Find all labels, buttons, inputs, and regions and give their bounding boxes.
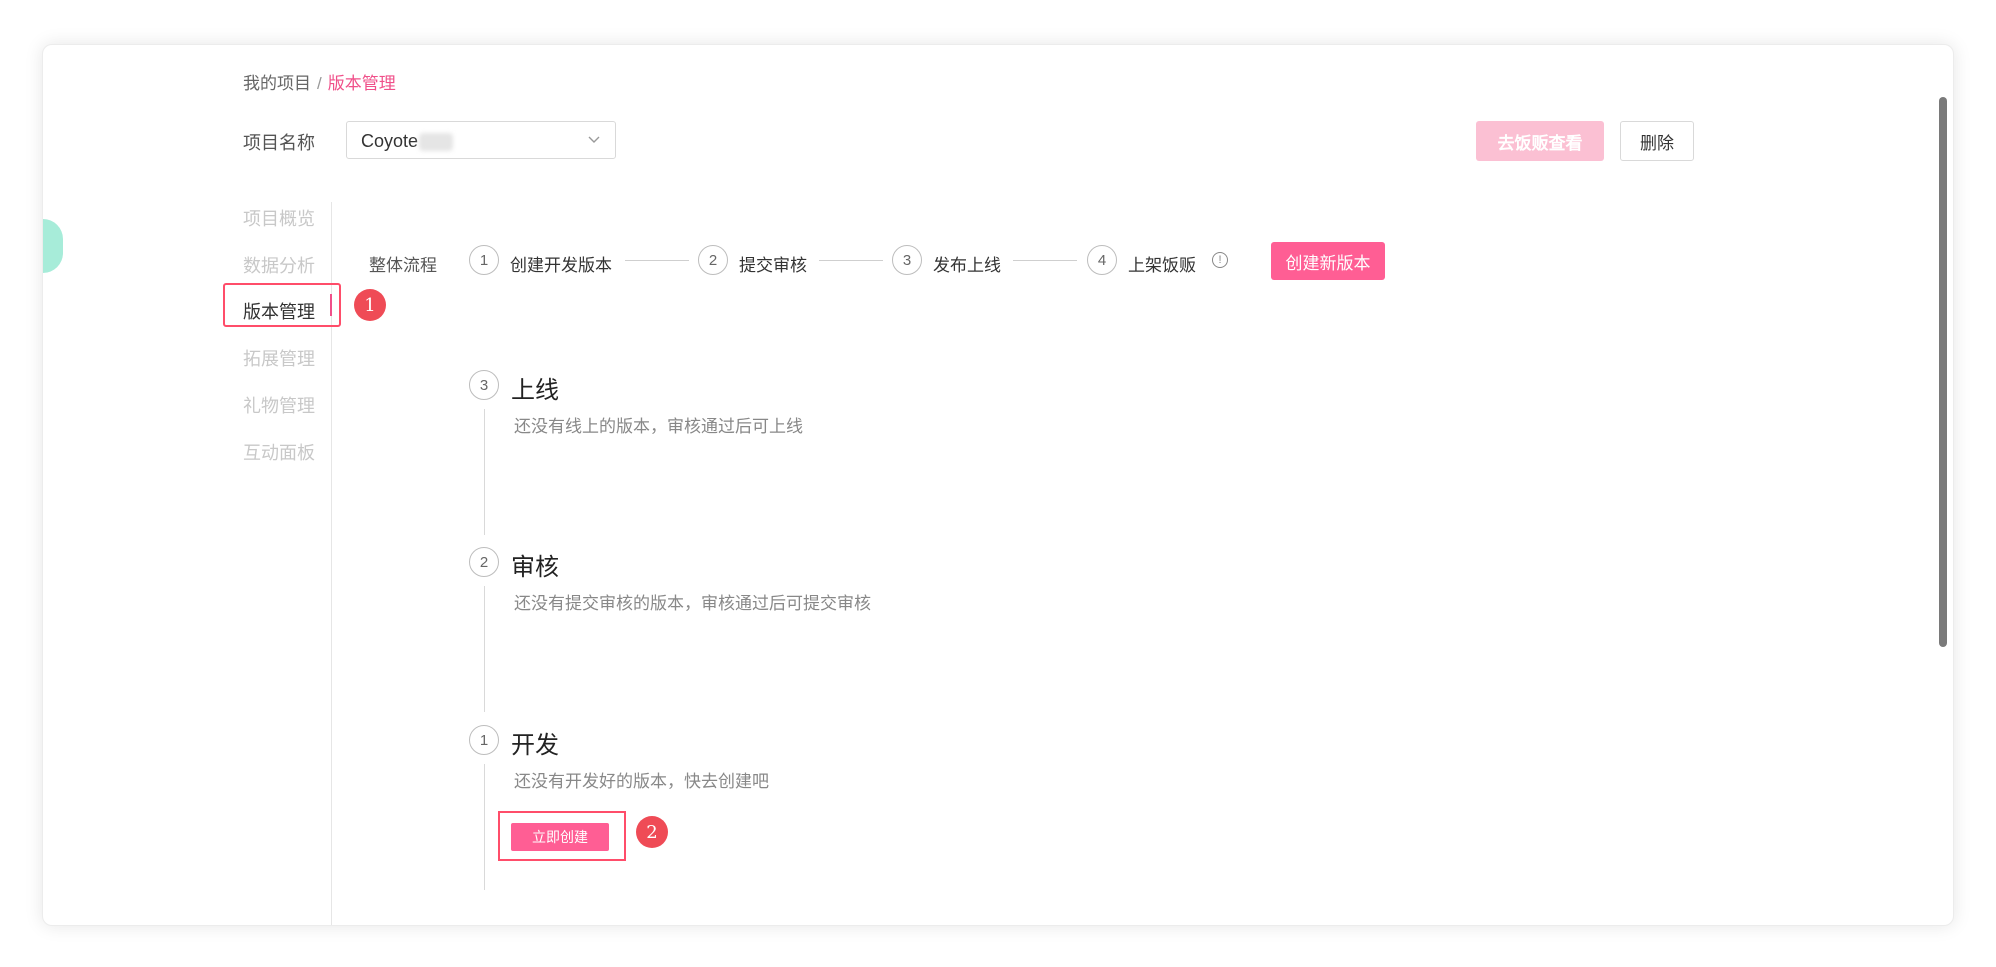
stage-desc-online: 还没有线上的版本，审核通过后可上线 xyxy=(514,417,803,436)
main-card: 我的项目 / 版本管理 项目名称 Coyote 去饭贩查看 删除 项目概览 数据分析… xyxy=(42,44,1954,926)
annotation-badge-1: 1 xyxy=(354,289,386,321)
stage-number: 1 xyxy=(469,725,499,755)
create-now-button[interactable]: 立即创建 xyxy=(511,823,609,851)
stage-timeline-line xyxy=(484,764,485,890)
scrollbar[interactable] xyxy=(1939,97,1947,647)
delete-button[interactable]: 删除 xyxy=(1620,121,1694,161)
flow-connector xyxy=(625,260,689,261)
project-name-label: 项目名称 xyxy=(243,133,315,153)
breadcrumb-current: 版本管理 xyxy=(327,74,396,93)
flow-step-2-label: 提交审核 xyxy=(739,256,807,275)
sidebar-item-overview[interactable]: 项目概览 xyxy=(243,205,315,231)
stage-number: 3 xyxy=(469,370,499,400)
project-select-value: Coyote xyxy=(361,131,419,151)
breadcrumb: 我的项目 / 版本管理 xyxy=(243,69,396,94)
view-on-fanfan-button[interactable]: 去饭贩查看 xyxy=(1476,121,1604,161)
flow-label: 整体流程 xyxy=(369,256,437,275)
highlight-box-version-management xyxy=(223,283,341,327)
active-indicator xyxy=(330,294,332,316)
stage-title-review: 审核 xyxy=(511,554,559,581)
project-select[interactable]: Coyote xyxy=(346,121,616,159)
breadcrumb-parent[interactable]: 我的项目 xyxy=(243,74,311,93)
info-icon[interactable]: ! xyxy=(1212,252,1228,268)
sidebar-item-interactive-panel[interactable]: 互动面板 xyxy=(243,439,315,465)
flow-step-1-number: 1 xyxy=(469,245,499,275)
stage-number: 2 xyxy=(469,547,499,577)
breadcrumb-separator: / xyxy=(317,74,322,93)
flow-step-4-number: 4 xyxy=(1087,245,1117,275)
chevron-down-icon xyxy=(588,136,600,143)
stage-timeline-line xyxy=(484,586,485,712)
flow-connector xyxy=(1013,260,1077,261)
create-new-version-button[interactable]: 创建新版本 xyxy=(1271,242,1385,280)
flow-connector xyxy=(819,260,883,261)
flow-step-2-number: 2 xyxy=(698,245,728,275)
annotation-badge-2: 2 xyxy=(636,816,668,848)
flow-step-1-label: 创建开发版本 xyxy=(510,256,612,275)
stage-title-development: 开发 xyxy=(511,732,559,759)
stage-title-online: 上线 xyxy=(511,377,559,404)
stage-timeline-line xyxy=(484,409,485,535)
floating-helper-tab[interactable] xyxy=(43,219,63,273)
redacted-text xyxy=(419,133,453,151)
stage-desc-development: 还没有开发好的版本，快去创建吧 xyxy=(514,772,769,791)
sidebar-item-extensions[interactable]: 拓展管理 xyxy=(243,345,315,371)
sidebar-item-gifts[interactable]: 礼物管理 xyxy=(243,392,315,418)
flow-step-4-label: 上架饭贩 xyxy=(1128,256,1196,275)
sidebar-item-analytics[interactable]: 数据分析 xyxy=(243,252,315,278)
flow-step-3-label: 发布上线 xyxy=(933,256,1001,275)
stage-desc-review: 还没有提交审核的版本，审核通过后可提交审核 xyxy=(514,594,871,613)
flow-step-3-number: 3 xyxy=(892,245,922,275)
